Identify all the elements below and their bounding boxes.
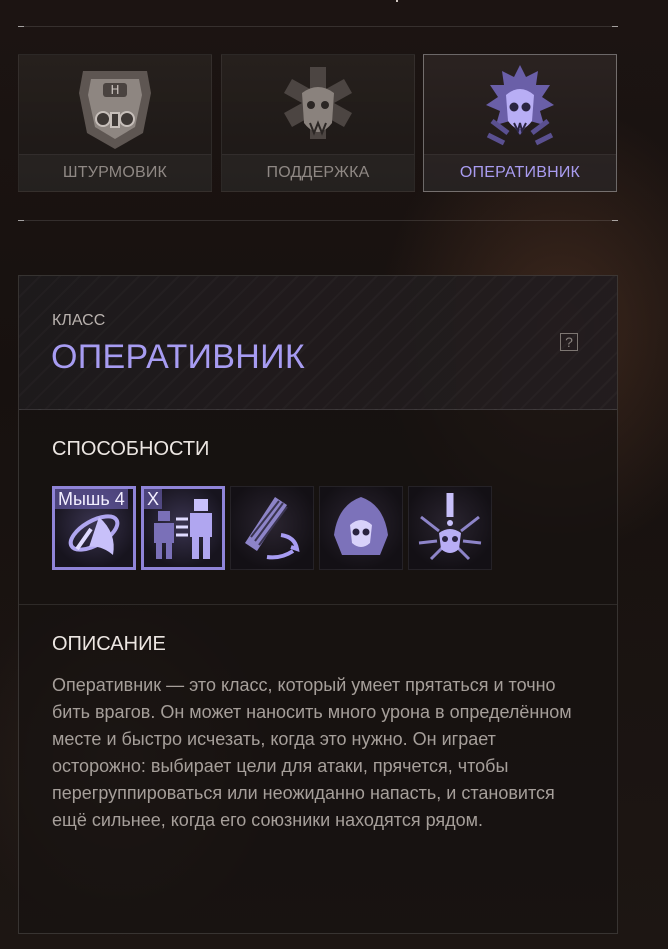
help-button[interactable]: ? (560, 333, 578, 351)
description-heading: ОПИСАНИЕ (52, 633, 166, 655)
ability-slot-4[interactable] (319, 486, 403, 570)
ability-slot-5[interactable] (408, 486, 492, 570)
tab-class-label: ШТУРМОВИК (19, 154, 211, 191)
section-divider (19, 604, 617, 605)
keybind-label: Мышь 4 (55, 489, 128, 509)
class-details-panel: КЛАСС ОПЕРАТИВНИК ? СПОСОБНОСТИ Мышь 4 X… (18, 275, 618, 934)
skull-burst-ability-icon (418, 493, 482, 561)
class-eyebrow: КЛАСС (52, 312, 106, 329)
ability-slot-3[interactable] (230, 486, 314, 570)
tab-class-support[interactable]: ПОДДЕРЖКА (221, 54, 415, 192)
tab-class-assault[interactable]: Н ШТУРМОВИК (18, 54, 212, 192)
class-header: КЛАСС ОПЕРАТИВНИК ? (19, 276, 617, 410)
divider-top (18, 26, 618, 27)
ability-slot-2[interactable]: X (141, 486, 225, 570)
assault-emblem-icon: Н (79, 71, 151, 149)
class-title: ОПЕРАТИВНИК (51, 338, 305, 376)
header-fragment (396, 0, 406, 2)
class-description: Оперативник — это класс, который умеет п… (52, 675, 572, 830)
ammo-swap-ability-icon (245, 497, 300, 560)
svg-text:Н: Н (110, 83, 119, 97)
keybind-label: X (144, 489, 163, 509)
tab-class-label: ПОДДЕРЖКА (222, 154, 414, 191)
operative-emblem-icon (486, 65, 554, 146)
tab-class-operative[interactable]: ОПЕРАТИВНИК (423, 54, 617, 192)
support-emblem-icon (284, 67, 352, 139)
hooded-skull-ability-icon (334, 497, 388, 555)
tab-class-label: ОПЕРАТИВНИК (424, 154, 616, 191)
abilities-heading: СПОСОБНОСТИ (52, 438, 210, 460)
divider-mid (18, 220, 618, 221)
ability-slot-1[interactable]: Мышь 4 (52, 486, 136, 570)
abilities-list: Мышь 4 X (52, 486, 492, 570)
